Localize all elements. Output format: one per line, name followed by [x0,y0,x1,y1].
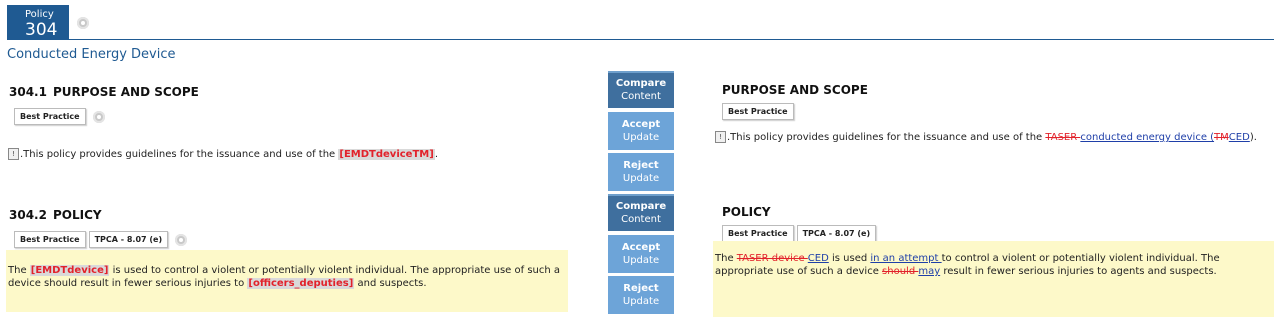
tag-best-practice[interactable]: Best Practice [722,225,794,242]
inserted-text: CED [807,253,829,264]
section-heading-304-1: 304.1 PURPOSE AND SCOPE [9,85,199,99]
inserted-text: in an attempt [870,253,942,264]
header-divider [7,39,1274,40]
inserted-text: CED [1228,132,1250,143]
accept-update-button[interactable]: Accept Update [608,112,674,150]
section-number: 304.1 [9,85,47,99]
reject-update-button[interactable]: Reject Update [608,276,674,314]
variable-token[interactable]: [EMDTdeviceTM] [338,149,435,160]
accept-update-button[interactable]: Accept Update [608,235,674,273]
tag-tpca[interactable]: TPCA - 8.07 (e) [796,225,877,242]
section-title: PURPOSE AND SCOPE [52,85,199,99]
section-tags: Best Practice TPCA - 8.07 (e) [722,223,879,242]
updated-section-heading: POLICY [722,205,771,219]
reject-update-button[interactable]: Reject Update [608,153,674,191]
policy-badge[interactable]: Policy 304 [7,5,69,40]
policy-number: 304 [25,20,58,40]
section-tags: Best Practice TPCA - 8.07 (e) [14,229,188,248]
section-tags: Best Practice [14,106,105,125]
section-body-304-2: The [EMDTdevice] is used to control a vi… [8,265,561,289]
gear-icon[interactable] [175,233,188,246]
compare-content-button[interactable]: Compare Content [608,71,674,108]
section-tags: Best Practice [722,101,797,120]
tag-best-practice[interactable]: Best Practice [14,231,86,248]
policy-label: Policy [25,9,54,20]
variable-token[interactable]: [officers_deputies] [247,278,355,289]
updated-section-heading: PURPOSE AND SCOPE [722,83,868,97]
gear-icon[interactable] [92,110,105,123]
gear-icon[interactable] [77,17,89,29]
tag-best-practice[interactable]: Best Practice [14,108,86,125]
updated-section-body-2: The TASER device CED is used in an attem… [715,253,1220,277]
deleted-text: TASER [1045,132,1081,143]
variable-token[interactable]: [EMDTdevice] [29,265,110,276]
tag-best-practice[interactable]: Best Practice [722,103,794,120]
page-title: Conducted Energy Device [7,47,176,62]
note-icon[interactable]: ! [8,148,19,160]
deleted-text: should [882,266,919,277]
note-icon[interactable]: ! [715,131,726,143]
inserted-text: may [918,266,941,277]
updated-section-body-1: ! .This policy provides guidelines for th… [715,131,1273,144]
section-title: POLICY [52,208,102,222]
tag-tpca[interactable]: TPCA - 8.07 (e) [88,231,169,248]
section-body-304-1: ! .This policy provides guidelines for th… [8,148,568,161]
section-number: 304.2 [9,208,47,222]
compare-content-button[interactable]: Compare Content [608,194,674,231]
inserted-text: conducted energy device ( [1080,132,1215,143]
deleted-text: TASER device [736,253,808,264]
deleted-text: TM [1214,132,1229,143]
section-heading-304-2: 304.2 POLICY [9,208,102,222]
